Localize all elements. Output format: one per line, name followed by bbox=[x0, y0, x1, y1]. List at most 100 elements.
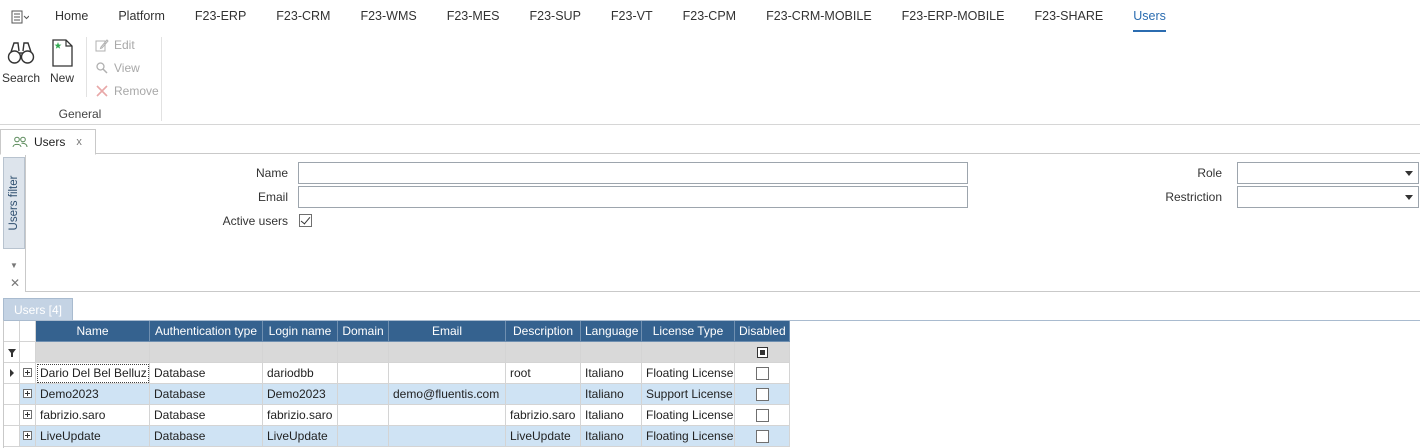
cell-license-type[interactable]: Floating License bbox=[642, 363, 735, 384]
cell-email[interactable] bbox=[389, 363, 506, 384]
view-button[interactable]: View bbox=[95, 58, 140, 78]
table-row[interactable]: Demo2023 Database Demo2023 demo@fluentis.co… bbox=[4, 384, 790, 405]
users-filter-tab-label: Users filter bbox=[8, 175, 20, 231]
cell-name[interactable]: Demo2023 bbox=[36, 384, 150, 405]
menu-item-f23-vt[interactable]: F23-VT bbox=[596, 0, 668, 33]
users-grid-tab[interactable]: Users [4] bbox=[3, 298, 73, 320]
disabled-checkbox[interactable] bbox=[755, 367, 769, 381]
filter-cell-disabled[interactable] bbox=[735, 342, 790, 363]
cell-name[interactable]: Dario Del Bel Belluz bbox=[36, 363, 150, 384]
cell-description[interactable]: fabrizio.saro bbox=[506, 405, 581, 426]
restriction-select[interactable] bbox=[1237, 186, 1419, 208]
filter-side-panel: Users filter ▼ ✕ bbox=[3, 157, 25, 290]
menu-item-f23-erp-mobile[interactable]: F23-ERP-MOBILE bbox=[887, 0, 1020, 33]
column-header-login-name[interactable]: Login name bbox=[263, 321, 338, 342]
row-expand-cell bbox=[20, 426, 36, 447]
menu-item-f23-erp[interactable]: F23-ERP bbox=[180, 0, 261, 33]
app-menu-button[interactable] bbox=[0, 0, 40, 33]
cell-email[interactable] bbox=[389, 405, 506, 426]
filter-cell-authentication-type[interactable] bbox=[150, 342, 263, 363]
cell-login-name[interactable]: Demo2023 bbox=[263, 384, 338, 405]
column-header-name[interactable]: Name bbox=[36, 321, 150, 342]
edit-button[interactable]: Edit bbox=[95, 35, 135, 55]
row-expand-cell bbox=[20, 405, 36, 426]
cell-language[interactable]: Italiano bbox=[581, 426, 642, 447]
close-filter-icon[interactable]: ✕ bbox=[10, 276, 20, 290]
filter-cell-email[interactable] bbox=[389, 342, 506, 363]
expand-plus-icon[interactable] bbox=[23, 410, 32, 420]
filter-cell-domain[interactable] bbox=[338, 342, 389, 363]
column-header-disabled[interactable]: Disabled bbox=[735, 321, 790, 342]
cell-language[interactable]: Italiano bbox=[581, 363, 642, 384]
cell-language[interactable]: Italiano bbox=[581, 384, 642, 405]
menu-item-users[interactable]: Users bbox=[1118, 0, 1181, 33]
filter-cell-login-name[interactable] bbox=[263, 342, 338, 363]
disabled-checkbox[interactable] bbox=[755, 409, 769, 423]
grid-header-row: Name Authentication type Login name Doma… bbox=[4, 321, 790, 342]
cell-domain[interactable] bbox=[338, 405, 389, 426]
role-select[interactable] bbox=[1237, 162, 1419, 184]
cell-login-name[interactable]: fabrizio.saro bbox=[263, 405, 338, 426]
role-label: Role bbox=[1197, 166, 1222, 180]
column-header-language[interactable]: Language bbox=[581, 321, 642, 342]
email-input[interactable] bbox=[298, 186, 968, 208]
menu-item-f23-wms[interactable]: F23-WMS bbox=[345, 0, 431, 33]
menu-item-platform[interactable]: Platform bbox=[103, 0, 180, 33]
expand-plus-icon[interactable] bbox=[23, 431, 32, 441]
menu-item-f23-sup[interactable]: F23-SUP bbox=[515, 0, 596, 33]
menu-item-f23-crm-mobile[interactable]: F23-CRM-MOBILE bbox=[751, 0, 887, 33]
cell-login-name[interactable]: dariodbb bbox=[263, 363, 338, 384]
cell-authentication-type[interactable]: Database bbox=[150, 405, 263, 426]
cell-name[interactable]: LiveUpdate bbox=[36, 426, 150, 447]
table-row[interactable]: LiveUpdate Database LiveUpdate LiveUpdate It… bbox=[4, 426, 790, 447]
remove-button[interactable]: Remove bbox=[95, 81, 159, 101]
cell-login-name[interactable]: LiveUpdate bbox=[263, 426, 338, 447]
column-header-authentication-type[interactable]: Authentication type bbox=[150, 321, 263, 342]
cell-description[interactable] bbox=[506, 384, 581, 405]
search-button[interactable]: Search bbox=[0, 38, 42, 94]
cell-description[interactable]: LiveUpdate bbox=[506, 426, 581, 447]
cell-domain[interactable] bbox=[338, 363, 389, 384]
filter-cell-name[interactable] bbox=[36, 342, 150, 363]
tab-users[interactable]: Users x bbox=[0, 129, 96, 155]
column-header-email[interactable]: Email bbox=[389, 321, 506, 342]
cell-description[interactable]: root bbox=[506, 363, 581, 384]
cell-authentication-type[interactable]: Database bbox=[150, 426, 263, 447]
new-button[interactable]: New bbox=[41, 38, 83, 94]
tab-close-button[interactable]: x bbox=[76, 136, 82, 148]
cell-license-type[interactable]: Floating License bbox=[642, 405, 735, 426]
table-row[interactable]: fabrizio.saro Database fabrizio.saro fabriz… bbox=[4, 405, 790, 426]
cell-email[interactable] bbox=[389, 426, 506, 447]
row-indicator bbox=[4, 426, 20, 447]
cell-language[interactable]: Italiano bbox=[581, 405, 642, 426]
cell-name[interactable]: fabrizio.saro bbox=[36, 405, 150, 426]
filter-cell-license-type[interactable] bbox=[642, 342, 735, 363]
menu-item-f23-mes[interactable]: F23-MES bbox=[432, 0, 515, 33]
disabled-checkbox[interactable] bbox=[755, 430, 769, 444]
cell-license-type[interactable]: Floating License bbox=[642, 426, 735, 447]
cell-license-type[interactable]: Support License bbox=[642, 384, 735, 405]
expand-plus-icon[interactable] bbox=[23, 389, 32, 399]
table-row[interactable]: Dario Del Bel Belluz Database dariodbb root… bbox=[4, 363, 790, 384]
menu-item-home[interactable]: Home bbox=[40, 0, 103, 33]
column-header-domain[interactable]: Domain bbox=[338, 321, 389, 342]
menu-item-f23-cpm[interactable]: F23-CPM bbox=[668, 0, 751, 33]
filter-cell-description[interactable] bbox=[506, 342, 581, 363]
menu-item-f23-crm[interactable]: F23-CRM bbox=[261, 0, 345, 33]
collapse-arrow-icon[interactable]: ▼ bbox=[10, 261, 18, 270]
filter-cell-language[interactable] bbox=[581, 342, 642, 363]
users-filter-tab[interactable]: Users filter bbox=[3, 157, 25, 249]
column-header-license-type[interactable]: License Type bbox=[642, 321, 735, 342]
disabled-checkbox[interactable] bbox=[755, 388, 769, 402]
name-input[interactable] bbox=[298, 162, 968, 184]
cell-authentication-type[interactable]: Database bbox=[150, 363, 263, 384]
cell-email[interactable]: demo@fluentis.com bbox=[389, 384, 506, 405]
cell-authentication-type[interactable]: Database bbox=[150, 384, 263, 405]
cell-domain[interactable] bbox=[338, 384, 389, 405]
active-users-checkbox[interactable] bbox=[299, 214, 312, 227]
expand-plus-icon[interactable] bbox=[23, 368, 32, 378]
row-expand-cell bbox=[20, 363, 36, 384]
menu-item-f23-share[interactable]: F23-SHARE bbox=[1019, 0, 1118, 33]
column-header-description[interactable]: Description bbox=[506, 321, 581, 342]
cell-domain[interactable] bbox=[338, 426, 389, 447]
